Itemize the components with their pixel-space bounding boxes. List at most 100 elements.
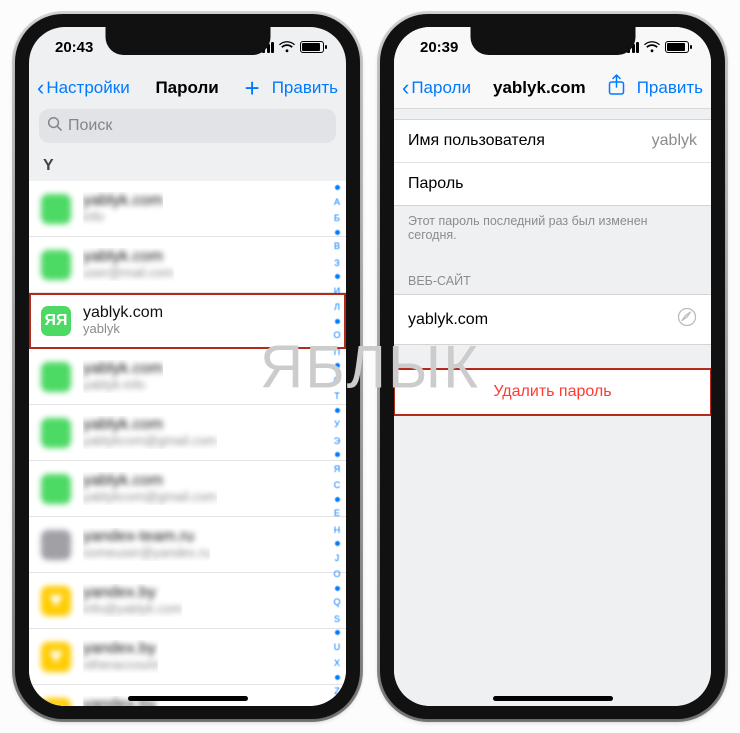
website-section-title: ВЕБ-САЙТ xyxy=(394,256,711,294)
site-icon xyxy=(41,474,71,504)
index-letter[interactable]: Q xyxy=(330,597,344,607)
search-placeholder: Поиск xyxy=(68,117,112,135)
phone-right: 20:39 ‹ Пароли yablyk.com Править xyxy=(380,14,725,719)
index-letter[interactable]: X xyxy=(330,658,344,668)
search-input[interactable]: Поиск xyxy=(39,109,336,143)
index-letter[interactable]: H xyxy=(330,525,344,535)
credentials-group: Имя пользователя yablyk Пароль xyxy=(394,119,711,206)
password-row[interactable]: yablyk.comyablyk-info xyxy=(29,349,346,405)
home-indicator xyxy=(128,696,248,701)
password-row[interactable]: yandex-team.rusomeuser@yandex.ru xyxy=(29,517,346,573)
password-row[interactable]: Пароль xyxy=(394,162,711,205)
username: info xyxy=(83,210,163,225)
username: yablyk xyxy=(83,322,163,337)
site-name: yandex-team.ru xyxy=(83,528,210,546)
section-header: Y xyxy=(29,151,346,181)
share-button[interactable] xyxy=(608,74,625,101)
chevron-left-icon: ‹ xyxy=(402,77,409,99)
site-icon xyxy=(41,418,71,448)
index-letter[interactable]: Б xyxy=(330,213,344,223)
index-letter[interactable]: J xyxy=(330,553,344,563)
site-name: yandex.by xyxy=(83,584,182,602)
site-name: yablyk.com xyxy=(83,416,217,434)
password-row[interactable]: yablyk.cominfo xyxy=(29,181,346,237)
chevron-left-icon: ‹ xyxy=(37,77,44,99)
back-label: Настройки xyxy=(46,78,129,98)
status-time: 20:39 xyxy=(412,39,458,56)
index-letter[interactable]: Я xyxy=(330,464,344,474)
password-row[interactable]: Яyablyk.comyablyk xyxy=(29,293,346,349)
page-title: Пароли xyxy=(155,78,218,98)
wifi-icon xyxy=(279,41,295,53)
username: otheraccount xyxy=(83,658,158,673)
site-icon xyxy=(41,194,71,224)
search-icon xyxy=(47,116,62,136)
nav-bar: ‹ Настройки Пароли + Править xyxy=(29,67,346,109)
index-letter[interactable]: З xyxy=(330,258,344,268)
password-hint: Этот пароль последний раз был изменен се… xyxy=(394,206,711,256)
site-name: yablyk.com xyxy=(83,248,174,266)
site-icon xyxy=(41,642,71,672)
add-button[interactable]: + xyxy=(245,73,268,104)
username: user@mail.com xyxy=(83,266,174,281)
username: yablyk-info xyxy=(83,378,163,393)
index-letter[interactable]: C xyxy=(330,480,344,490)
index-letter[interactable]: Z xyxy=(330,686,344,696)
index-letter[interactable]: А xyxy=(330,197,344,207)
delete-password-button[interactable]: Удалить пароль xyxy=(394,369,711,415)
site-icon xyxy=(41,362,71,392)
password-row[interactable]: yablyk.comuser@mail.com xyxy=(29,237,346,293)
website-group: yablyk.com xyxy=(394,294,711,345)
home-indicator xyxy=(493,696,613,701)
password-row[interactable]: yandex.byotheraccount xyxy=(29,629,346,685)
index-letter[interactable]: # xyxy=(330,703,344,707)
phone-left: 20:43 ‹ Настройки Пароли + Править xyxy=(15,14,360,719)
index-letter[interactable]: У xyxy=(330,419,344,429)
website-row[interactable]: yablyk.com xyxy=(394,295,711,344)
back-button[interactable]: ‹ Настройки xyxy=(37,77,130,99)
notch xyxy=(470,27,635,55)
page-title: yablyk.com xyxy=(493,78,586,98)
index-letter[interactable]: Э xyxy=(330,436,344,446)
site-name: yablyk.com xyxy=(83,192,163,210)
wifi-icon xyxy=(644,41,660,53)
back-button[interactable]: ‹ Пароли xyxy=(402,77,471,99)
username: yablykcom@gmail.com xyxy=(83,490,217,505)
index-letter[interactable]: Т xyxy=(330,391,344,401)
username-label: Имя пользователя xyxy=(408,132,545,150)
site-icon: Я xyxy=(41,306,71,336)
site-icon xyxy=(41,250,71,280)
site-name: yablyk.com xyxy=(83,472,217,490)
site-icon xyxy=(41,698,71,707)
battery-icon xyxy=(300,41,324,53)
site-name: yablyk.com xyxy=(83,360,163,378)
index-letter[interactable]: С xyxy=(330,375,344,385)
index-rail[interactable]: АБВЗИЛОПСТУЭЯCEHJOQSUXZ# xyxy=(330,181,344,706)
notch xyxy=(105,27,270,55)
edit-button[interactable]: Править xyxy=(272,78,338,98)
username: info@yablyk.com xyxy=(83,602,182,617)
index-letter[interactable]: В xyxy=(330,241,344,251)
site-name: yablyk.com xyxy=(83,304,163,322)
password-list: yablyk.cominfoyablyk.comuser@mail.comЯya… xyxy=(29,181,346,706)
index-letter[interactable]: S xyxy=(330,614,344,624)
password-label: Пароль xyxy=(408,175,464,193)
edit-button[interactable]: Править xyxy=(637,78,703,98)
status-time: 20:43 xyxy=(47,39,93,56)
site-icon xyxy=(41,530,71,560)
username: yablykcom@gmail.com xyxy=(83,434,217,449)
site-icon xyxy=(41,586,71,616)
website-value: yablyk.com xyxy=(408,311,488,329)
site-name: yandex.by xyxy=(83,640,158,658)
safari-icon xyxy=(677,307,697,332)
username: someuser@yandex.ru xyxy=(83,546,210,561)
index-letter[interactable]: E xyxy=(330,508,344,518)
username-row[interactable]: Имя пользователя yablyk xyxy=(394,120,711,162)
username-value: yablyk xyxy=(652,132,697,150)
index-letter[interactable]: O xyxy=(330,569,344,579)
password-row[interactable]: yablyk.comyablykcom@gmail.com xyxy=(29,461,346,517)
password-row[interactable]: yandex.byinfo@yablyk.com xyxy=(29,573,346,629)
index-letter[interactable]: U xyxy=(330,642,344,652)
password-row[interactable]: yablyk.comyablykcom@gmail.com xyxy=(29,405,346,461)
battery-icon xyxy=(665,41,689,53)
